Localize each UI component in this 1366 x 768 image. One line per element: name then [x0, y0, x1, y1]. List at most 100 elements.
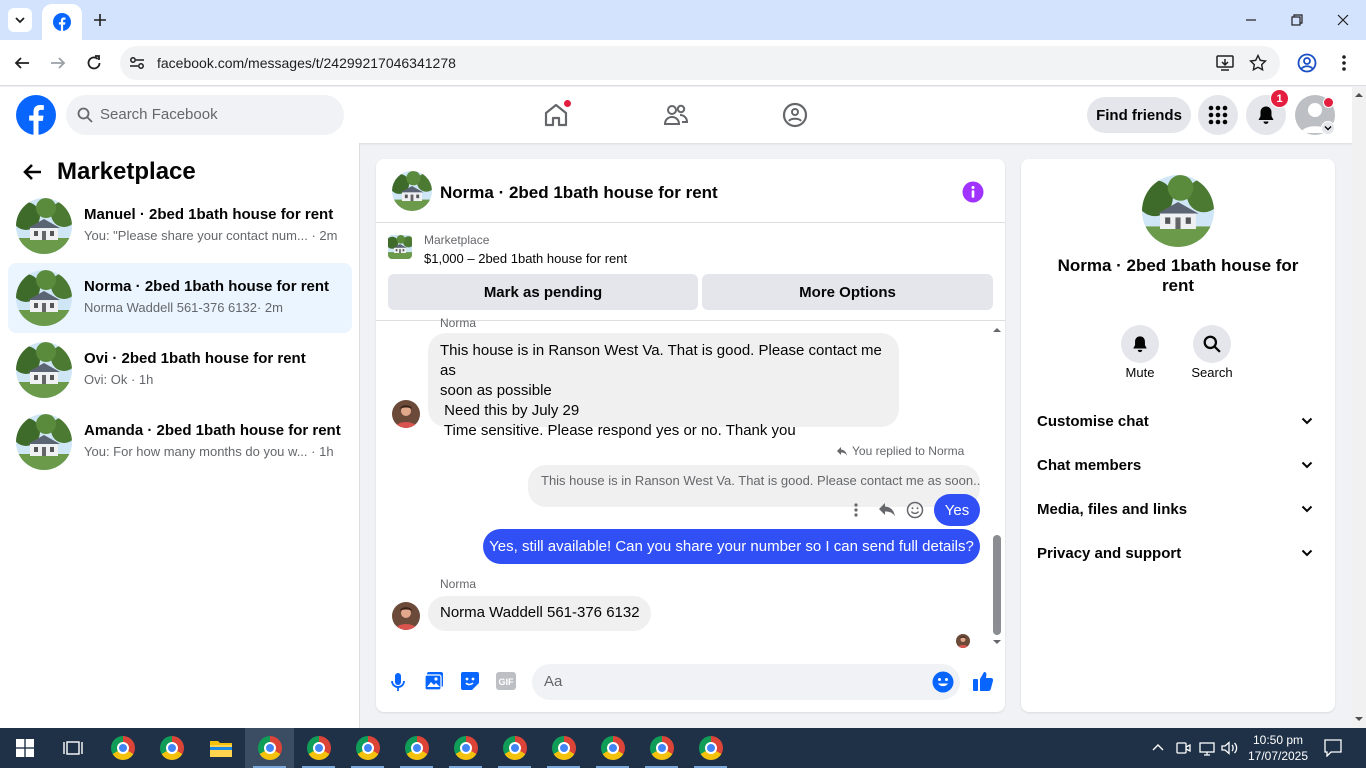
chrome-taskbar-icon[interactable] — [539, 728, 588, 768]
conversation-item-active[interactable]: Norma · 2bed 1bath house for rent Norma … — [8, 263, 352, 333]
file-explorer-icon[interactable] — [196, 728, 245, 768]
close-window-button[interactable] — [1320, 0, 1366, 40]
section-customise-chat[interactable]: Customise chat — [1037, 399, 1319, 443]
section-media-files-links[interactable]: Media, files and links — [1037, 487, 1319, 531]
menu-grid-icon[interactable] — [1198, 95, 1238, 135]
address-bar[interactable]: facebook.com/messages/t/2429921704634127… — [120, 46, 1280, 80]
chrome-taskbar-icon-active[interactable] — [245, 728, 294, 768]
search-placeholder: Search Facebook — [100, 106, 218, 123]
incoming-message-bubble[interactable]: This house is in Ranson West Va. That is… — [428, 333, 899, 439]
taskbar-clock[interactable]: 10:50 pm 17/07/2025 — [1246, 732, 1310, 764]
chrome-taskbar-icon[interactable] — [392, 728, 441, 768]
site-settings-icon[interactable] — [128, 54, 146, 72]
chat-info-avatar[interactable] — [1142, 175, 1214, 247]
message-input[interactable]: Aa — [532, 664, 960, 700]
facebook-search-input[interactable]: Search Facebook — [66, 95, 344, 135]
camera-tray-icon[interactable] — [1175, 740, 1191, 756]
windows-start-icon[interactable] — [0, 728, 49, 768]
home-notification-dot — [563, 99, 572, 108]
facebook-icon — [53, 13, 71, 31]
task-view-icon[interactable] — [48, 728, 97, 768]
network-tray-icon[interactable] — [1199, 740, 1215, 756]
conversation-item[interactable]: Ovi · 2bed 1bath house for rent Ovi: Ok … — [8, 335, 352, 405]
sender-avatar[interactable] — [392, 602, 420, 630]
more-options-button[interactable]: More Options — [702, 274, 993, 310]
tab-search-dropdown-icon[interactable] — [8, 8, 32, 32]
friends-nav-icon[interactable] — [652, 95, 700, 135]
facebook-logo-icon[interactable] — [16, 95, 56, 135]
chrome-taskbar-icon[interactable] — [441, 728, 490, 768]
browser-menu-icon[interactable] — [1336, 53, 1352, 73]
microphone-icon[interactable] — [390, 672, 406, 692]
chrome-taskbar-icon[interactable] — [343, 728, 392, 768]
section-chat-members[interactable]: Chat members — [1037, 443, 1319, 487]
find-friends-button[interactable]: Find friends — [1087, 97, 1191, 133]
chat-title[interactable]: Norma · 2bed 1bath house for rent — [440, 183, 718, 203]
clock-time: 10:50 pm — [1252, 733, 1304, 747]
conversation-item[interactable]: Amanda · 2bed 1bath house for rent You: … — [8, 407, 352, 477]
install-app-icon[interactable] — [1216, 54, 1234, 72]
conversation-name: Norma · 2bed 1bath house for rent — [84, 278, 330, 295]
chrome-taskbar-icon[interactable] — [637, 728, 686, 768]
notifications-bell-icon[interactable]: 1 — [1246, 89, 1289, 135]
groups-nav-icon[interactable] — [771, 95, 819, 135]
volume-tray-icon[interactable] — [1221, 740, 1239, 756]
search-in-chat-button[interactable] — [1193, 325, 1231, 363]
section-privacy-support[interactable]: Privacy and support — [1037, 531, 1319, 575]
chat-scrollbar-thumb[interactable] — [993, 535, 1001, 635]
bell-icon — [1131, 335, 1149, 353]
incoming-message-bubble[interactable]: Norma Waddell 561-376 6132 — [428, 596, 651, 631]
reply-indicator-text: You replied to Norma — [852, 444, 965, 458]
listing-label: Marketplace — [424, 233, 490, 247]
minimize-window-button[interactable] — [1228, 0, 1274, 40]
reload-icon[interactable] — [80, 49, 108, 77]
chrome-taskbar-icon[interactable] — [147, 728, 196, 768]
chrome-taskbar-icon[interactable] — [98, 728, 147, 768]
conversation-item[interactable]: Manuel · 2bed 1bath house for rent You: … — [8, 191, 352, 261]
photo-attach-icon[interactable] — [424, 671, 444, 691]
reply-icon[interactable] — [878, 502, 896, 518]
conversation-name: Ovi · 2bed 1bath house for rent — [84, 350, 306, 367]
house-listing-thumbnail — [16, 342, 72, 398]
chrome-taskbar-icon[interactable] — [294, 728, 343, 768]
page-scrollbar[interactable] — [1352, 87, 1366, 728]
notification-center-icon[interactable] — [1324, 739, 1342, 757]
chrome-taskbar-icon[interactable] — [490, 728, 539, 768]
outgoing-reply-bubble[interactable]: Yes — [934, 494, 980, 526]
emoji-picker-icon[interactable] — [932, 671, 954, 693]
chat-scrollbar[interactable] — [990, 323, 1004, 649]
sender-avatar[interactable] — [392, 400, 420, 428]
chat-panel: Norma · 2bed 1bath house for rent Market… — [376, 159, 1005, 712]
forward-arrow-icon[interactable] — [44, 49, 72, 77]
mute-label: Mute — [1125, 365, 1155, 380]
chat-avatar[interactable] — [392, 171, 432, 211]
back-arrow-icon[interactable] — [8, 49, 36, 77]
restore-window-button[interactable] — [1274, 0, 1320, 40]
browser-tab-facebook[interactable] — [42, 4, 82, 40]
home-nav-icon[interactable] — [532, 95, 580, 135]
mark-as-pending-button[interactable]: Mark as pending — [388, 274, 698, 310]
mute-button[interactable] — [1121, 325, 1159, 363]
outgoing-message-bubble[interactable]: Yes, still available! Can you share your… — [483, 529, 980, 564]
new-tab-button[interactable] — [88, 8, 112, 32]
more-actions-icon[interactable] — [852, 502, 860, 518]
gif-icon[interactable]: GIF — [496, 672, 516, 690]
page-title: Marketplace — [57, 158, 196, 185]
tray-chevron-up-icon[interactable] — [1152, 742, 1164, 752]
profile-icon[interactable] — [1297, 53, 1317, 73]
sticker-icon[interactable] — [460, 671, 480, 691]
listing-price[interactable]: $1,000 – 2bed 1bath house for rent — [424, 251, 627, 266]
back-arrow-icon[interactable] — [22, 163, 42, 181]
info-icon[interactable] — [962, 181, 984, 203]
chrome-taskbar-icon[interactable] — [588, 728, 637, 768]
bookmark-star-icon[interactable] — [1249, 54, 1267, 72]
thumbs-up-icon[interactable] — [972, 670, 994, 692]
message-line: Time sensitive. Please respond yes or no… — [440, 422, 796, 439]
chrome-taskbar-icon[interactable] — [686, 728, 735, 768]
listing-thumbnail[interactable] — [388, 235, 412, 259]
account-avatar[interactable] — [1295, 95, 1335, 135]
react-smiley-icon[interactable] — [906, 501, 924, 519]
chat-info-panel: Norma · 2bed 1bath house for rent Mute S… — [1021, 159, 1335, 712]
conversation-preview: You: "Please share your contact num... ·… — [84, 228, 338, 243]
house-listing-thumbnail — [16, 270, 72, 326]
